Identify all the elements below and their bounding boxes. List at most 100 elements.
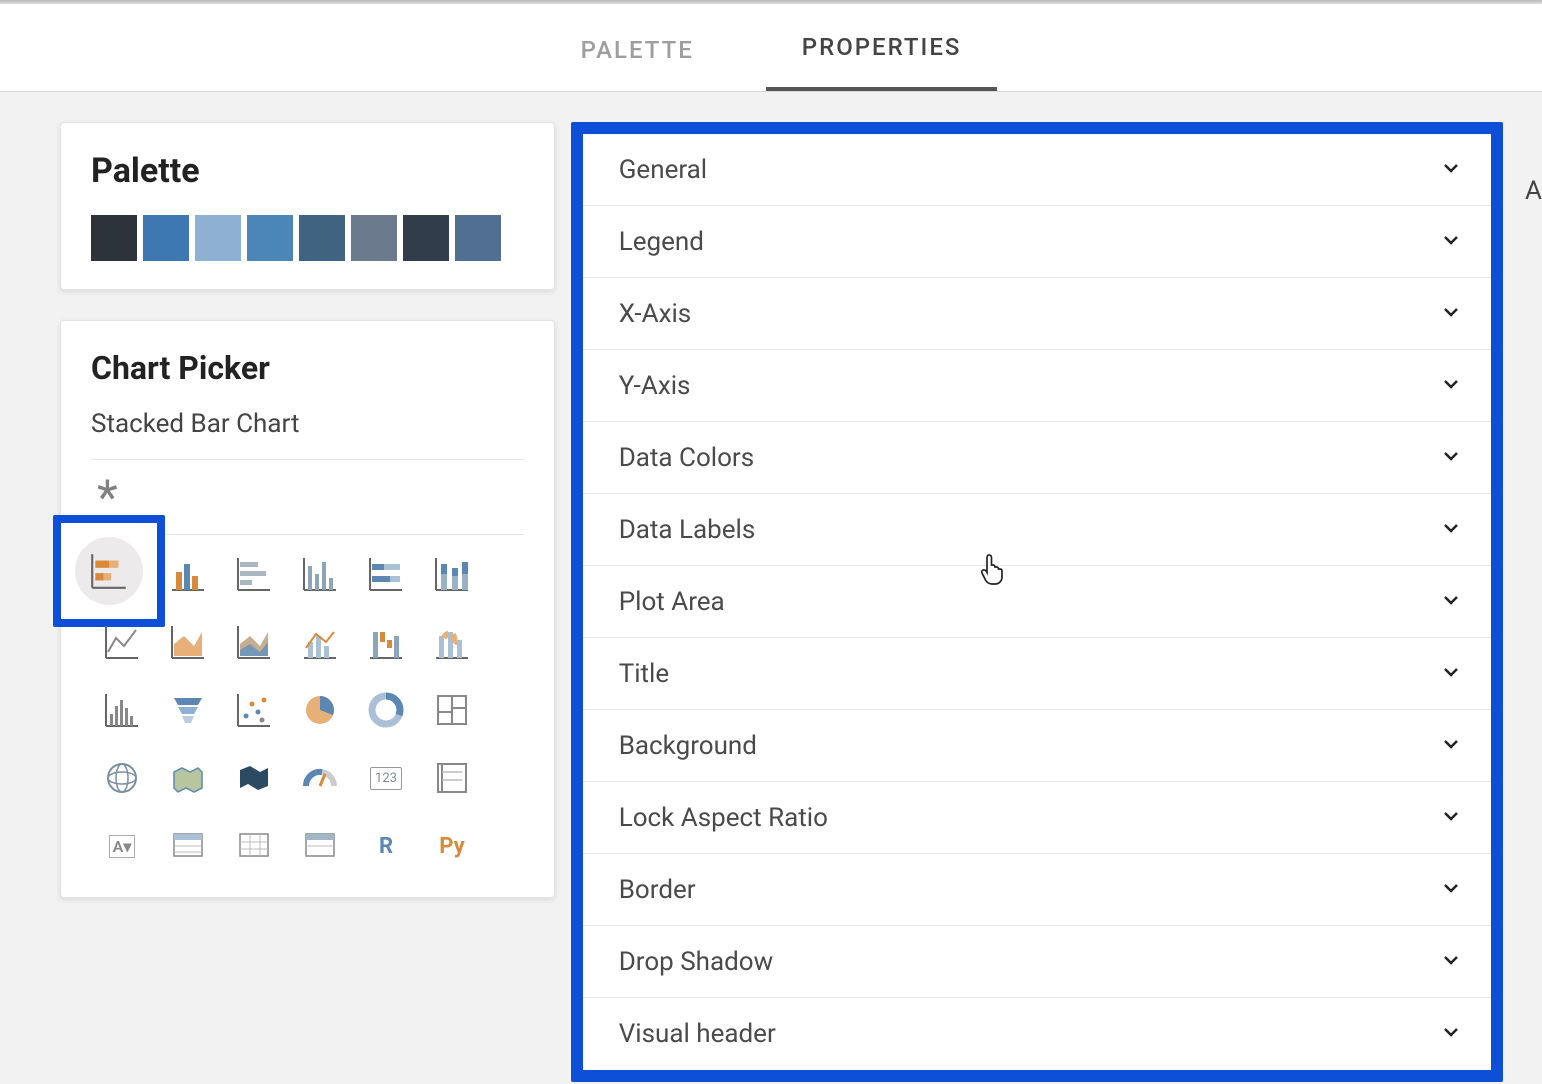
area-icon [168, 622, 208, 662]
chevron-down-icon [1441, 588, 1461, 616]
palette-swatch[interactable] [195, 215, 241, 261]
property-label: Y-Axis [619, 371, 691, 401]
chart-type-combo[interactable] [300, 622, 340, 662]
property-row[interactable]: Title [583, 638, 1491, 710]
property-label: Data Labels [619, 515, 756, 545]
chevron-down-icon [1441, 156, 1461, 184]
property-row[interactable]: General [583, 134, 1491, 206]
chart-type-multirow-card[interactable] [432, 758, 472, 798]
property-label: General [619, 155, 707, 185]
palette-swatch[interactable] [299, 215, 345, 261]
chart-picker-selected-label: Stacked Bar Chart [91, 409, 524, 439]
property-row[interactable]: Border [583, 854, 1491, 926]
property-row[interactable]: Drop Shadow [583, 926, 1491, 998]
property-row[interactable]: Data Colors [583, 422, 1491, 494]
chart-type-column[interactable] [300, 554, 340, 594]
tab-palette[interactable]: PALETTE [545, 8, 730, 88]
chart-type-slicer[interactable]: A▾ [102, 826, 142, 866]
property-label: Border [619, 875, 696, 905]
chart-type-stacked-bar-selected[interactable] [53, 515, 165, 627]
chevron-down-icon [1441, 876, 1461, 904]
chart-picker-card: Chart Picker Stacked Bar Chart * [60, 320, 555, 898]
chart-type-table[interactable] [168, 826, 208, 866]
globe-icon [102, 758, 142, 798]
chart-type-clustered-column[interactable] [168, 554, 208, 594]
chevron-down-icon [1441, 1020, 1461, 1048]
properties-panel: General Legend X-Axis Y-Axis Data Colors Data… [571, 122, 1503, 1082]
palette-swatch[interactable] [91, 215, 137, 261]
chart-type-r-visual[interactable]: R [366, 826, 406, 866]
property-row[interactable]: Data Labels [583, 494, 1491, 566]
matrix-icon [234, 826, 274, 866]
chevron-down-icon [1441, 660, 1461, 688]
chevron-down-icon [1441, 516, 1461, 544]
chart-type-bar[interactable] [234, 554, 274, 594]
property-label: Drop Shadow [619, 947, 773, 977]
multirow-card-icon [432, 758, 472, 798]
stacked-bar-100-icon [366, 554, 406, 594]
tab-properties[interactable]: PROPERTIES [766, 5, 998, 91]
palette-swatch[interactable] [247, 215, 293, 261]
stacked-column-icon [432, 554, 472, 594]
property-label: Lock Aspect Ratio [619, 803, 828, 833]
chart-picker-title: Chart Picker [91, 349, 524, 387]
pie-icon [300, 690, 340, 730]
palette-card: Palette [60, 122, 555, 290]
chart-type-matrix[interactable] [234, 826, 274, 866]
property-row[interactable]: Plot Area [583, 566, 1491, 638]
column-icon [300, 554, 340, 594]
chart-type-funnel[interactable] [168, 690, 208, 730]
chart-type-stacked-column[interactable] [432, 554, 472, 594]
chart-type-pie[interactable] [300, 690, 340, 730]
chart-type-globe-map[interactable] [102, 758, 142, 798]
scatter-icon [234, 690, 274, 730]
line-icon [102, 622, 142, 662]
chart-type-line[interactable] [102, 622, 142, 662]
chart-type-shape-map[interactable] [234, 758, 274, 798]
property-label: X-Axis [619, 299, 692, 329]
chart-type-filled-map[interactable] [168, 758, 208, 798]
palette-swatch-row [91, 215, 511, 261]
chart-type-stacked-area[interactable] [234, 622, 274, 662]
chart-type-histogram[interactable] [102, 690, 142, 730]
chart-type-donut[interactable] [366, 690, 406, 730]
bar-icon [234, 554, 274, 594]
chart-type-python-visual[interactable]: Py [432, 826, 472, 866]
tab-bar: PALETTE PROPERTIES [0, 4, 1542, 92]
ribbon-icon [432, 622, 472, 662]
stacked-area-icon [234, 622, 274, 662]
property-row[interactable]: X-Axis [583, 278, 1491, 350]
property-label: Data Colors [619, 443, 754, 473]
palette-swatch[interactable] [403, 215, 449, 261]
property-label: Legend [619, 227, 704, 257]
property-label: Visual header [619, 1019, 776, 1049]
chart-type-scatter[interactable] [234, 690, 274, 730]
chart-type-treemap[interactable] [432, 690, 472, 730]
palette-swatch[interactable] [455, 215, 501, 261]
funnel-icon [168, 690, 208, 730]
gauge-icon [300, 758, 340, 798]
chevron-down-icon [1441, 300, 1461, 328]
chart-type-card[interactable]: 123 [366, 758, 406, 798]
property-row[interactable]: Visual header [583, 998, 1491, 1070]
table-icon [168, 826, 208, 866]
chart-type-waterfall[interactable] [366, 622, 406, 662]
chart-type-ribbon[interactable] [432, 622, 472, 662]
chevron-down-icon [1441, 444, 1461, 472]
chart-type-area[interactable] [168, 622, 208, 662]
property-label: Background [619, 731, 757, 761]
property-row[interactable]: Lock Aspect Ratio [583, 782, 1491, 854]
palette-swatch[interactable] [143, 215, 189, 261]
chart-type-table-alt[interactable] [300, 826, 340, 866]
palette-swatch[interactable] [351, 215, 397, 261]
card-number-icon: 123 [370, 767, 402, 790]
chart-type-stacked-bar-100[interactable] [366, 554, 406, 594]
property-row[interactable]: Legend [583, 206, 1491, 278]
donut-icon [366, 690, 406, 730]
asterisk-icon[interactable]: * [91, 468, 524, 522]
combo-icon [300, 622, 340, 662]
property-row[interactable]: Background [583, 710, 1491, 782]
slicer-icon: A▾ [109, 835, 136, 858]
property-row[interactable]: Y-Axis [583, 350, 1491, 422]
chart-type-gauge[interactable] [300, 758, 340, 798]
